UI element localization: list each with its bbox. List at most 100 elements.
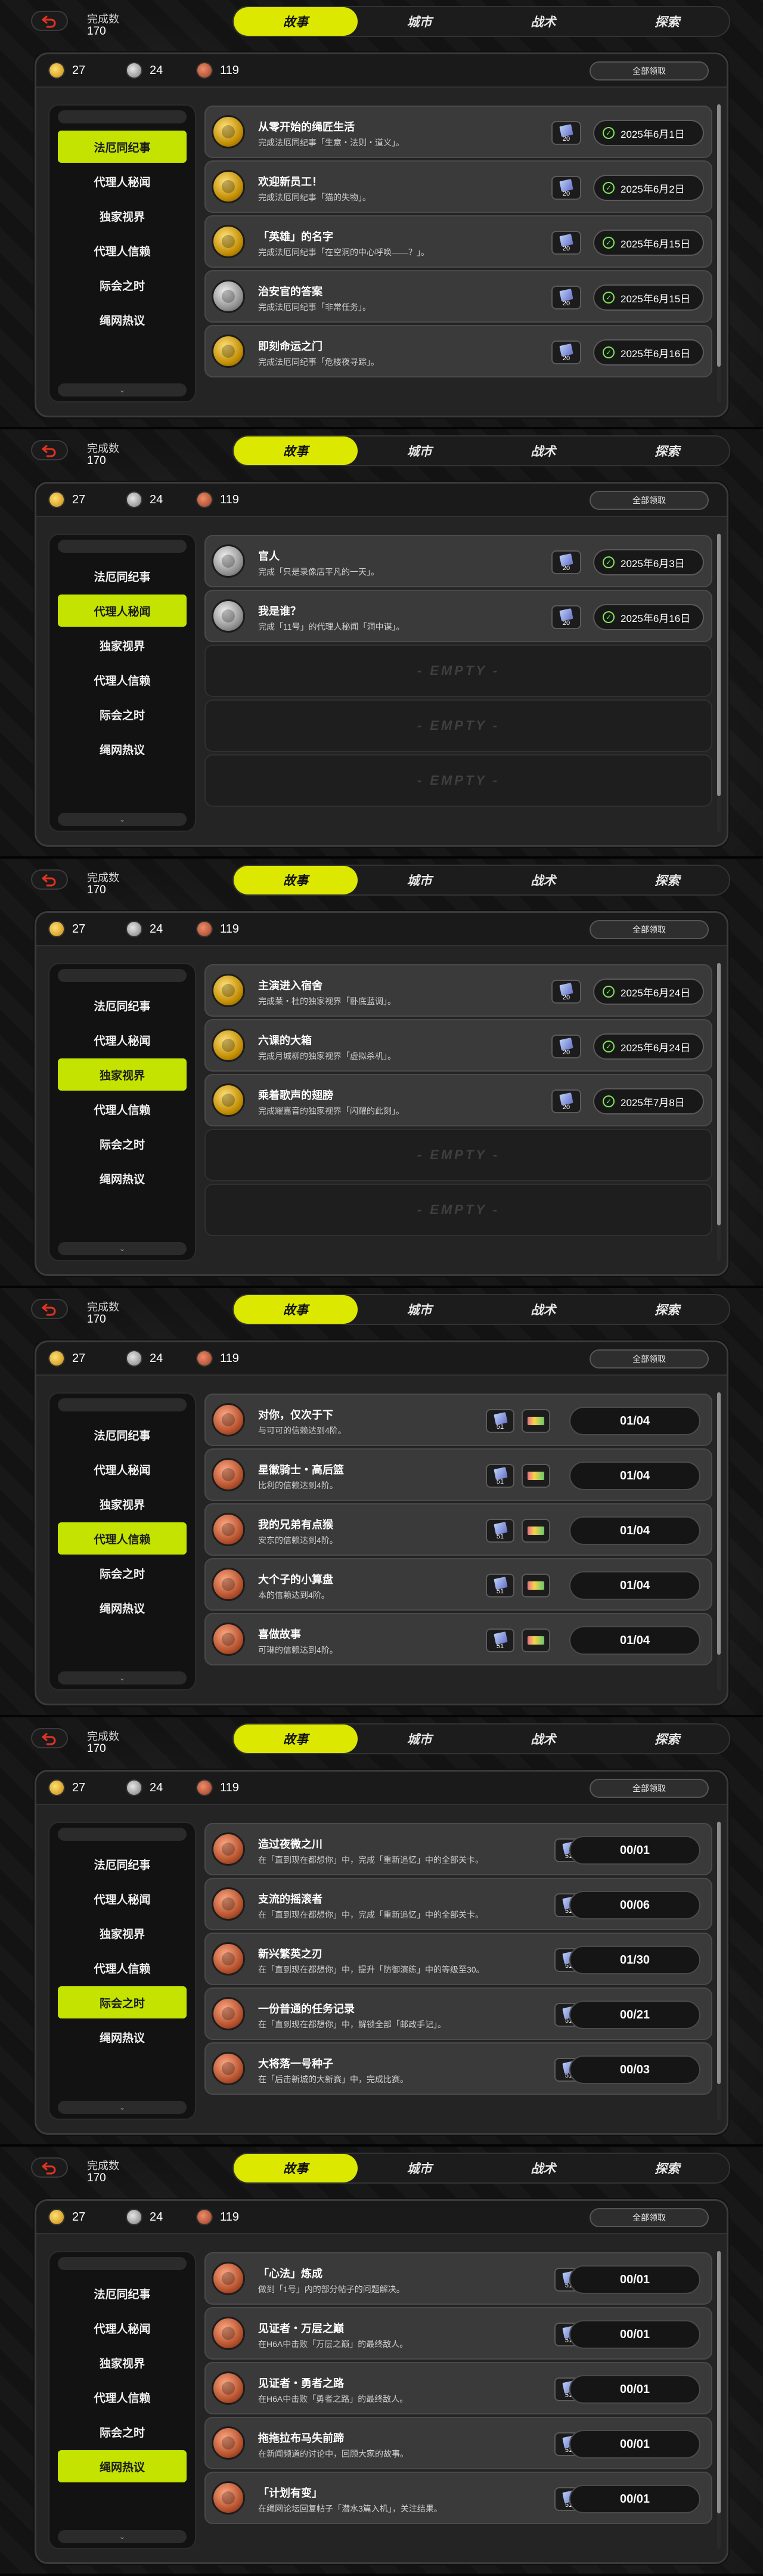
- side-item-4[interactable]: 际会之时: [58, 1557, 187, 1589]
- reward-item-2[interactable]: [522, 1574, 550, 1597]
- back-button[interactable]: [31, 2157, 68, 2178]
- reward-item-2[interactable]: [522, 1519, 550, 1543]
- side-item-2[interactable]: 独家视界: [58, 1058, 187, 1091]
- list-scrollbar[interactable]: [717, 2251, 721, 2549]
- scroll-thumb[interactable]: [717, 534, 721, 796]
- side-scroll-down[interactable]: ⌄: [58, 1671, 187, 1685]
- reward-item[interactable]: 20: [551, 231, 581, 255]
- reward-item[interactable]: 20: [551, 605, 581, 629]
- side-scroll-down[interactable]: ⌄: [58, 383, 187, 397]
- side-scroll-up[interactable]: [58, 2257, 187, 2270]
- side-item-4[interactable]: 际会之时: [58, 1128, 187, 1160]
- scroll-thumb[interactable]: [717, 104, 721, 367]
- side-item-4[interactable]: 际会之时: [58, 269, 187, 301]
- tab-3[interactable]: 探索: [605, 436, 729, 465]
- side-item-2[interactable]: 独家视界: [58, 1917, 187, 1949]
- tab-3[interactable]: 探索: [605, 866, 729, 894]
- side-item-1[interactable]: 代理人秘闻: [58, 1453, 187, 1485]
- side-scroll-down[interactable]: ⌄: [58, 813, 187, 826]
- list-scrollbar[interactable]: [717, 1822, 721, 2120]
- back-button[interactable]: [31, 11, 68, 31]
- tab-2[interactable]: 战术: [482, 866, 606, 894]
- side-item-0[interactable]: 法厄同纪事: [58, 989, 187, 1021]
- side-item-0[interactable]: 法厄同纪事: [58, 560, 187, 592]
- side-scroll-down[interactable]: ⌄: [58, 2101, 187, 2114]
- reward-item[interactable]: 51: [486, 1464, 514, 1488]
- claim-all-button[interactable]: 全部领取: [590, 920, 709, 939]
- tab-1[interactable]: 城市: [358, 1724, 482, 1753]
- back-button[interactable]: [31, 869, 68, 890]
- reward-item[interactable]: 51: [486, 1574, 514, 1597]
- reward-item[interactable]: 20: [551, 176, 581, 200]
- side-item-0[interactable]: 法厄同纪事: [58, 131, 187, 163]
- tab-0[interactable]: 故事: [234, 7, 358, 36]
- reward-item[interactable]: 20: [551, 1089, 581, 1113]
- tab-2[interactable]: 战术: [482, 1295, 606, 1324]
- claim-all-button[interactable]: 全部领取: [590, 1349, 709, 1368]
- side-item-3[interactable]: 代理人信赖: [58, 1952, 187, 1984]
- side-item-1[interactable]: 代理人秘闻: [58, 1024, 187, 1056]
- side-scroll-down[interactable]: ⌄: [58, 2530, 187, 2543]
- side-scroll-up[interactable]: [58, 969, 187, 982]
- side-item-5[interactable]: 绳网热议: [58, 2021, 187, 2053]
- side-item-3[interactable]: 代理人信赖: [58, 1522, 187, 1555]
- side-item-2[interactable]: 独家视界: [58, 629, 187, 661]
- tab-3[interactable]: 探索: [605, 1724, 729, 1753]
- side-item-1[interactable]: 代理人秘闻: [58, 2312, 187, 2344]
- tab-0[interactable]: 故事: [234, 1295, 358, 1324]
- tab-2[interactable]: 战术: [482, 2154, 606, 2182]
- side-scroll-down[interactable]: ⌄: [58, 1242, 187, 1255]
- reward-item-2[interactable]: [522, 1464, 550, 1488]
- side-item-5[interactable]: 绳网热议: [58, 2450, 187, 2482]
- claim-all-button[interactable]: 全部领取: [590, 1779, 709, 1798]
- side-item-2[interactable]: 独家视界: [58, 1488, 187, 1520]
- side-scroll-up[interactable]: [58, 1398, 187, 1411]
- reward-item[interactable]: 51: [486, 1409, 514, 1433]
- list-scrollbar[interactable]: [717, 534, 721, 832]
- side-item-1[interactable]: 代理人秘闻: [58, 595, 187, 627]
- reward-item-2[interactable]: [522, 1409, 550, 1433]
- reward-item[interactable]: 51: [486, 1628, 514, 1652]
- list-scrollbar[interactable]: [717, 963, 721, 1261]
- tab-1[interactable]: 城市: [358, 1295, 482, 1324]
- reward-item-2[interactable]: [522, 1628, 550, 1652]
- tab-1[interactable]: 城市: [358, 866, 482, 894]
- side-item-0[interactable]: 法厄同纪事: [58, 1848, 187, 1880]
- tab-0[interactable]: 故事: [234, 436, 358, 465]
- tab-3[interactable]: 探索: [605, 1295, 729, 1324]
- back-button[interactable]: [31, 1728, 68, 1748]
- side-item-5[interactable]: 绳网热议: [58, 1162, 187, 1194]
- tab-2[interactable]: 战术: [482, 1724, 606, 1753]
- reward-item[interactable]: 20: [551, 980, 581, 1004]
- side-item-5[interactable]: 绳网热议: [58, 733, 187, 765]
- scroll-thumb[interactable]: [717, 963, 721, 1225]
- side-item-0[interactable]: 法厄同纪事: [58, 2277, 187, 2309]
- side-item-1[interactable]: 代理人秘闻: [58, 165, 187, 197]
- side-item-3[interactable]: 代理人信赖: [58, 234, 187, 267]
- claim-all-button[interactable]: 全部领取: [590, 61, 709, 80]
- tab-1[interactable]: 城市: [358, 436, 482, 465]
- scroll-thumb[interactable]: [717, 1822, 721, 2084]
- claim-all-button[interactable]: 全部领取: [590, 2208, 709, 2227]
- side-item-5[interactable]: 绳网热议: [58, 304, 187, 336]
- side-item-3[interactable]: 代理人信赖: [58, 664, 187, 696]
- reward-item[interactable]: 20: [551, 1035, 581, 1058]
- side-scroll-up[interactable]: [58, 540, 187, 553]
- list-scrollbar[interactable]: [717, 1392, 721, 1690]
- tab-3[interactable]: 探索: [605, 7, 729, 36]
- list-scrollbar[interactable]: [717, 104, 721, 402]
- side-item-2[interactable]: 独家视界: [58, 2346, 187, 2379]
- claim-all-button[interactable]: 全部领取: [590, 491, 709, 510]
- back-button[interactable]: [31, 1299, 68, 1319]
- scroll-thumb[interactable]: [717, 1392, 721, 1655]
- reward-item[interactable]: 20: [551, 550, 581, 574]
- tab-0[interactable]: 故事: [234, 2154, 358, 2182]
- scroll-thumb[interactable]: [717, 2251, 721, 2513]
- side-scroll-up[interactable]: [58, 110, 187, 123]
- side-item-5[interactable]: 绳网热议: [58, 1592, 187, 1624]
- tab-2[interactable]: 战术: [482, 436, 606, 465]
- side-item-4[interactable]: 际会之时: [58, 1986, 187, 2018]
- reward-item[interactable]: 20: [551, 340, 581, 364]
- side-item-2[interactable]: 独家视界: [58, 200, 187, 232]
- reward-item[interactable]: 51: [486, 1519, 514, 1543]
